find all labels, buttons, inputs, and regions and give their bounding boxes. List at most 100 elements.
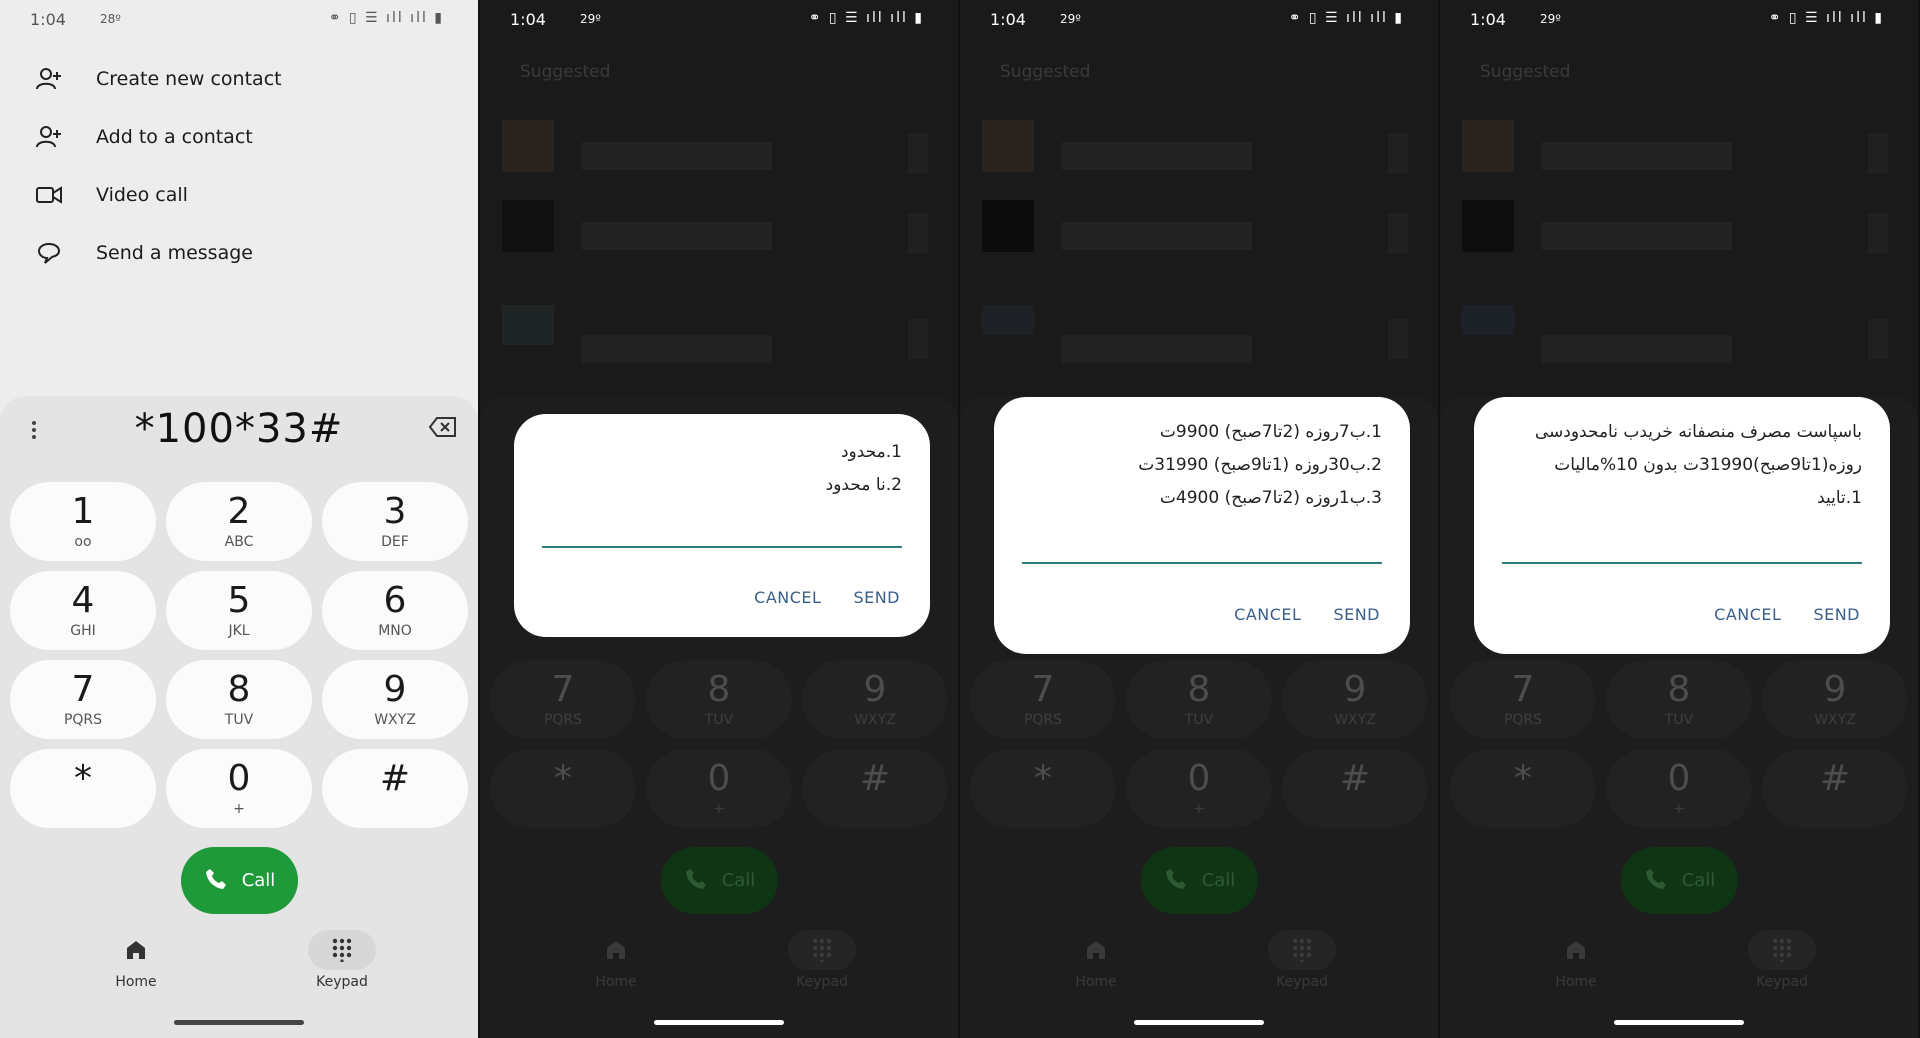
nav-keypad[interactable]: Keypad	[292, 930, 392, 990]
key-0: 0 +	[646, 749, 792, 828]
dialed-number[interactable]: *100*33#	[60, 406, 418, 452]
key-hash[interactable]: #	[322, 749, 468, 828]
cancel-button[interactable]: CANCEL	[1714, 605, 1781, 624]
call-label: Call	[241, 870, 276, 891]
contact-actions-menu: Create new contact Add to a contact Vide…	[0, 50, 478, 282]
nav-home-label: Home	[1075, 974, 1117, 990]
key-letters: WXYZ	[1334, 711, 1376, 728]
keypad-grid: 1 ᴏᴏ 2 ABC 3 DEF 4 GHI 5 JKL 6 MNO 7 PQRS 8 TUV …	[10, 482, 470, 828]
key-digit: 8	[707, 668, 731, 710]
key-star: *	[1450, 749, 1596, 828]
call-button: Call	[661, 847, 778, 914]
dialog-actions: CANCEL SEND	[754, 588, 900, 607]
call-button[interactable]: Call	[181, 847, 298, 914]
key-letters: DEF	[381, 533, 409, 550]
call-button: Call	[1621, 847, 1738, 914]
ussd-reply-input[interactable]	[542, 546, 902, 548]
ussd-dialog: 1.محدود 2.نا محدود CANCEL SEND	[514, 414, 930, 637]
video-call-item[interactable]: Video call	[0, 166, 478, 224]
create-new-contact-label: Create new contact	[96, 68, 282, 90]
nav-home: Home	[566, 930, 666, 990]
status-icons: ⚭ ▯ ☰ ıll ıll ▮	[808, 10, 924, 26]
key-letters: JKL	[228, 622, 250, 639]
key-8[interactable]: 8 TUV	[166, 660, 312, 739]
screenshot-strip: 1:04 28º ⚭ ▯ ☰ ıll ıll ▮ Create new cont…	[0, 0, 1920, 1038]
add-person-icon	[34, 122, 64, 152]
key-letters: +	[1673, 800, 1685, 817]
key-9[interactable]: 9 WXYZ	[322, 660, 468, 739]
nav-home[interactable]: Home	[86, 930, 186, 990]
key-9: 9 WXYZ	[1762, 660, 1908, 739]
status-bar: 1:04 28º ⚭ ▯ ☰ ıll ıll ▮	[0, 0, 478, 40]
blurred-contact-row	[1462, 120, 1888, 190]
key-letters: TUV	[1664, 711, 1694, 728]
phone-icon	[1164, 867, 1188, 895]
key-5[interactable]: 5 JKL	[166, 571, 312, 650]
blurred-contact-row	[982, 305, 1408, 375]
call-label: Call	[1681, 870, 1716, 891]
home-icon	[1062, 930, 1130, 970]
nav-home-label: Home	[595, 974, 637, 990]
ussd-line: روزه(1تا9صبح)31990ت بدون 10%مالیات	[1554, 455, 1862, 475]
key-4[interactable]: 4 GHI	[10, 571, 156, 650]
key-star[interactable]: *	[10, 749, 156, 828]
key-7: 7 PQRS	[1450, 660, 1596, 739]
key-1[interactable]: 1 ᴏᴏ	[10, 482, 156, 561]
key-hash: #	[1282, 749, 1428, 828]
status-temperature: 29º	[1060, 12, 1081, 26]
key-digit: 7	[1511, 668, 1535, 710]
key-0[interactable]: 0 +	[166, 749, 312, 828]
send-button[interactable]: SEND	[1813, 605, 1860, 624]
nav-keypad-label: Keypad	[796, 974, 848, 990]
key-letters: ABC	[224, 533, 254, 550]
ussd-line: باسپاست مصرف منصفانه خریدب نامحدودسی	[1534, 422, 1862, 442]
ussd-reply-input[interactable]	[1502, 562, 1862, 564]
send-message-item[interactable]: Send a message	[0, 224, 478, 282]
more-options-icon[interactable]	[28, 418, 40, 444]
key-hash: #	[802, 749, 948, 828]
cancel-button[interactable]: CANCEL	[1234, 605, 1301, 624]
key-letters: WXYZ	[854, 711, 896, 728]
call-label: Call	[1201, 870, 1236, 891]
key-7[interactable]: 7 PQRS	[10, 660, 156, 739]
key-star: *	[490, 749, 636, 828]
add-to-contact-item[interactable]: Add to a contact	[0, 108, 478, 166]
ussd-line: 1.تایید	[1817, 488, 1862, 508]
send-button[interactable]: SEND	[853, 588, 900, 607]
key-digit: 0	[1187, 757, 1211, 799]
nav-home-label: Home	[1555, 974, 1597, 990]
key-hash: #	[1762, 749, 1908, 828]
add-to-contact-label: Add to a contact	[96, 126, 253, 148]
status-time: 1:04	[1470, 10, 1506, 29]
key-letters: PQRS	[63, 711, 103, 728]
status-temperature: 29º	[1540, 12, 1561, 26]
ussd-message: 1.محدود 2.نا محدود	[514, 414, 930, 502]
key-9: 9 WXYZ	[802, 660, 948, 739]
phone-screen-ussd-3: 1:04 29º ⚭ ▯ ☰ ıll ıll ▮ Suggested 7 PQRS…	[1440, 0, 1918, 1038]
backspace-icon[interactable]	[428, 416, 460, 442]
send-button[interactable]: SEND	[1333, 605, 1380, 624]
key-digit: *	[74, 757, 92, 799]
key-6[interactable]: 6 MNO	[322, 571, 468, 650]
key-letters: WXYZ	[1814, 711, 1856, 728]
home-icon	[582, 930, 650, 970]
key-digit: #	[859, 757, 891, 799]
key-digit: *	[1034, 757, 1052, 799]
key-digit: 4	[71, 579, 95, 621]
key-7: 7 PQRS	[970, 660, 1116, 739]
nav-home: Home	[1526, 930, 1626, 990]
key-digit: 8	[1187, 668, 1211, 710]
blurred-contact-row	[1462, 200, 1888, 270]
blurred-contact-row	[502, 120, 928, 190]
bottom-nav: Home Keypad	[960, 930, 1438, 1000]
phone-icon	[1644, 867, 1668, 895]
keypad-icon	[1268, 930, 1336, 970]
key-3[interactable]: 3 DEF	[322, 482, 468, 561]
key-star: *	[970, 749, 1116, 828]
ussd-line: 1.ب7روزه (2تا7صبح) 9900ت	[1159, 422, 1382, 442]
key-2[interactable]: 2 ABC	[166, 482, 312, 561]
create-new-contact-item[interactable]: Create new contact	[0, 50, 478, 108]
ussd-reply-input[interactable]	[1022, 562, 1382, 564]
cancel-button[interactable]: CANCEL	[754, 588, 821, 607]
key-8: 8 TUV	[1606, 660, 1752, 739]
